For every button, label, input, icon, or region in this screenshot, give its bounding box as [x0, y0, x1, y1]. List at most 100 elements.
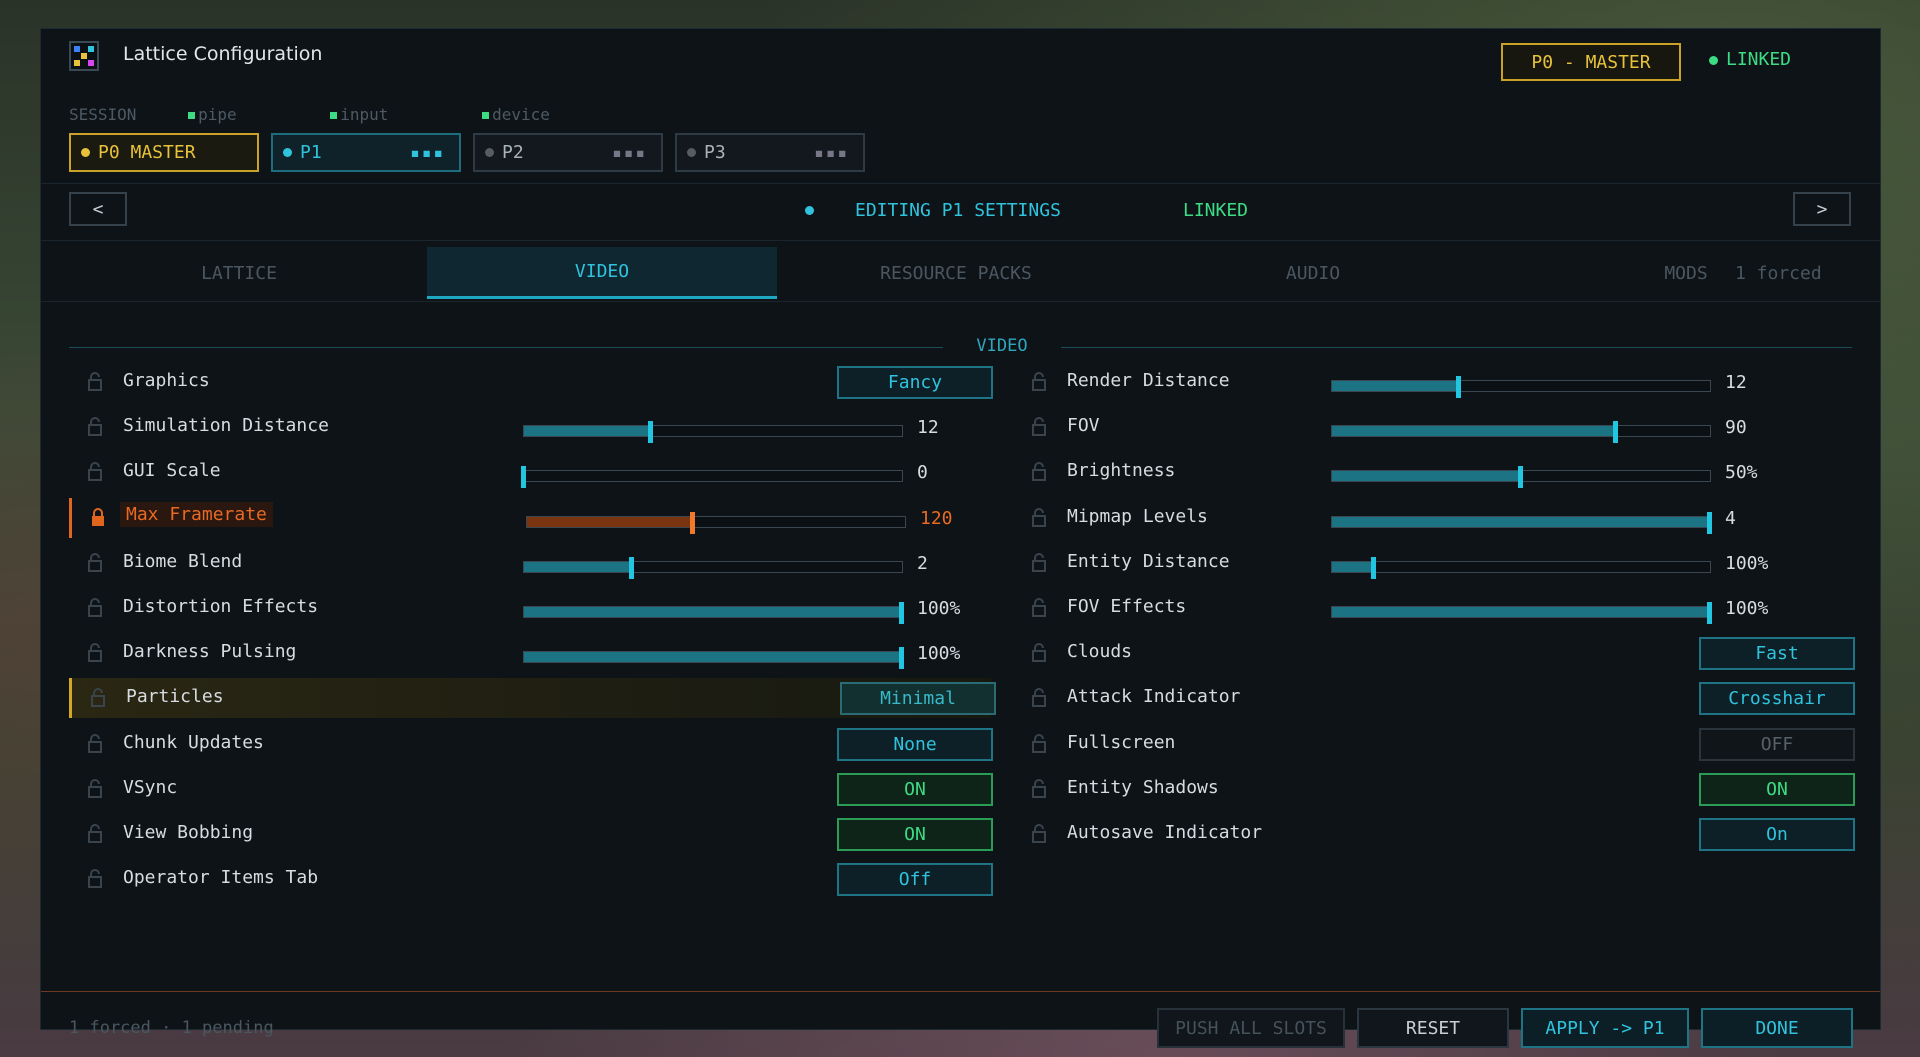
autosave-indicator-button[interactable]: On: [1699, 818, 1855, 851]
config-panel: Lattice Configuration P0 - MASTER LINKED…: [40, 28, 1881, 1048]
slider-thumb[interactable]: [690, 511, 696, 534]
slider-value: 100%: [917, 643, 961, 665]
tab-resource-packs[interactable]: RESOURCE PACKS: [777, 247, 1135, 299]
slider-value: 100%: [1725, 552, 1769, 574]
lock-open-icon[interactable]: [1031, 733, 1049, 754]
tab-audio[interactable]: AUDIO: [1135, 247, 1491, 299]
lock-open-icon[interactable]: [1031, 417, 1049, 437]
more-dots-icon[interactable]: ▪▪▪: [410, 143, 445, 162]
slider-track[interactable]: [521, 466, 903, 489]
setting-row-biome-blend: Biome Blend 2: [69, 543, 991, 583]
particles-button[interactable]: Minimal: [840, 682, 996, 716]
more-dots-icon[interactable]: ▪▪▪: [814, 143, 849, 162]
chunk-updates-button[interactable]: None: [837, 727, 993, 761]
lock-open-icon[interactable]: [87, 372, 105, 392]
lock-open-icon[interactable]: [90, 688, 108, 708]
slider-thumb[interactable]: [1370, 556, 1376, 579]
slider-thumb[interactable]: [899, 647, 904, 670]
lock-open-icon[interactable]: [1031, 462, 1049, 482]
lock-open-icon[interactable]: [1031, 778, 1049, 799]
slot-p3[interactable]: P3 ▪▪▪: [675, 133, 865, 172]
graphics-button[interactable]: Fancy: [837, 366, 993, 399]
lock-open-icon[interactable]: [1031, 688, 1049, 708]
next-slot-button[interactable]: >: [1793, 192, 1851, 226]
slider-track[interactable]: [523, 647, 904, 670]
slot-p2[interactable]: P2 ▪▪▪: [473, 133, 663, 172]
slider-thumb[interactable]: [1518, 466, 1523, 489]
setting-label: Render Distance: [1067, 370, 1230, 391]
setting-row-render-distance: Render Distance 12: [1013, 362, 1855, 402]
setting-row-graphics: Graphics Fancy: [69, 362, 993, 402]
lock-open-icon[interactable]: [87, 417, 105, 437]
lock-open-icon[interactable]: [87, 598, 105, 618]
lock-open-icon[interactable]: [87, 552, 105, 573]
slot-dot-icon: [687, 148, 696, 157]
setting-label: Operator Items Tab: [123, 867, 319, 889]
slider-thumb[interactable]: [1707, 511, 1712, 534]
slider-fill: [524, 607, 902, 617]
slider-track[interactable]: [1331, 602, 1712, 624]
slider-track[interactable]: [523, 556, 903, 579]
lock-open-icon[interactable]: [1031, 824, 1049, 844]
tab-bar: LATTICE VIDEO RESOURCE PACKS AUDIO MODS …: [41, 247, 1880, 299]
tab-video[interactable]: VIDEO: [427, 247, 777, 299]
setting-label: VSync: [123, 776, 178, 798]
setting-row-vsync: VSync ON: [69, 769, 993, 809]
setting-row-operator-items-tab: Operator Items Tab Off: [69, 859, 993, 899]
lock-open-icon[interactable]: [87, 869, 105, 889]
tab-lattice[interactable]: LATTICE: [41, 247, 437, 299]
attack-indicator-button[interactable]: Crosshair: [1699, 682, 1855, 716]
lock-closed-icon[interactable]: [90, 507, 108, 528]
slider-value: 120: [920, 507, 953, 529]
section-title: VIDEO: [976, 336, 1028, 356]
slot-p0[interactable]: P0 MASTER: [69, 133, 259, 172]
slider-track[interactable]: [1331, 376, 1711, 398]
slot-p1[interactable]: P1 ▪▪▪: [271, 133, 461, 172]
slider-fill: [524, 652, 902, 663]
slider-thumb[interactable]: [1455, 376, 1461, 398]
tab-mods[interactable]: MODS: [1641, 247, 1731, 299]
setting-label: Max Framerate: [120, 501, 273, 527]
indicator-input: input: [330, 105, 430, 124]
lock-open-icon[interactable]: [87, 824, 105, 844]
slider-track[interactable]: [526, 511, 906, 534]
slider-track[interactable]: [1331, 556, 1711, 579]
setting-label: Chunk Updates: [123, 731, 264, 753]
done-button[interactable]: DONE: [1701, 1008, 1853, 1048]
lock-open-icon[interactable]: [87, 643, 105, 663]
slider-thumb[interactable]: [628, 556, 634, 579]
clouds-button[interactable]: Fast: [1699, 637, 1855, 671]
slider-thumb[interactable]: [1612, 421, 1618, 444]
push-all-slots-button[interactable]: PUSH ALL SLOTS: [1157, 1008, 1345, 1048]
lock-open-icon[interactable]: [87, 462, 105, 482]
apply-button[interactable]: APPLY -> P1: [1521, 1008, 1689, 1048]
reset-button[interactable]: RESET: [1357, 1008, 1509, 1048]
setting-label: View Bobbing: [123, 822, 254, 843]
setting-row-clouds: Clouds Fast: [1013, 633, 1855, 673]
slider-thumb[interactable]: [1707, 602, 1712, 624]
lock-open-icon[interactable]: [1031, 507, 1049, 528]
slider-track[interactable]: [1331, 466, 1711, 489]
slider-track[interactable]: [523, 602, 904, 624]
slider-fill: [1332, 471, 1521, 482]
slider-thumb[interactable]: [647, 421, 653, 444]
lock-open-icon[interactable]: [87, 778, 105, 799]
vsync-button[interactable]: ON: [837, 772, 993, 806]
lock-open-icon[interactable]: [1031, 598, 1049, 618]
entity-shadows-button[interactable]: ON: [1699, 772, 1855, 806]
view-bobbing-button[interactable]: ON: [837, 818, 993, 851]
lock-open-icon[interactable]: [1031, 372, 1049, 392]
slider-thumb[interactable]: [899, 602, 904, 624]
prev-slot-button[interactable]: <: [69, 192, 127, 226]
slider-track[interactable]: [523, 421, 903, 444]
slider-thumb[interactable]: [521, 466, 526, 489]
lock-open-icon[interactable]: [87, 733, 105, 754]
more-dots-icon[interactable]: ▪▪▪: [612, 143, 647, 162]
slider-value: 90: [1725, 417, 1747, 439]
slider-track[interactable]: [1331, 511, 1712, 534]
operator-items-tab-button[interactable]: Off: [837, 863, 993, 897]
slider-track[interactable]: [1331, 421, 1711, 444]
slider-value: 12: [917, 417, 939, 439]
lock-open-icon[interactable]: [1031, 643, 1049, 663]
lock-open-icon[interactable]: [1031, 552, 1049, 573]
